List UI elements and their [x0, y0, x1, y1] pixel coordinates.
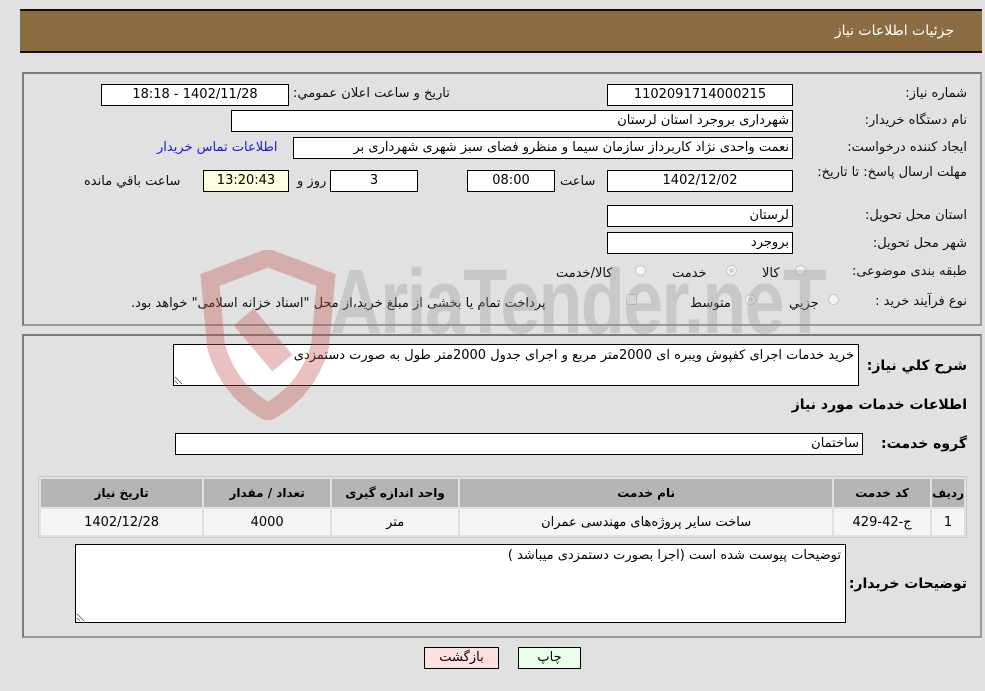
creator-label: ایجاد کننده درخواست: — [847, 140, 967, 155]
process-radio-minor[interactable] — [828, 294, 839, 305]
buyer-notes-textarea[interactable]: توضیحات پیوست شده است (اجرا بصورت دستمزد… — [75, 544, 846, 623]
province-field[interactable]: لرستان — [607, 205, 793, 227]
col-row-number: ردیف — [932, 479, 964, 507]
buyer-notes-label: توضیحات خریدار: — [848, 576, 967, 592]
description-label: شرح کلي نياز: — [866, 358, 967, 374]
category-option-service: خدمت — [672, 266, 707, 281]
category-label: طبقه بندی موضوعی: — [851, 264, 967, 279]
cell-service-code: ج-42-429 — [834, 509, 931, 535]
treasury-checkbox[interactable] — [626, 294, 637, 305]
remaining-time-label: ساعت باقي مانده — [84, 174, 181, 189]
deadline-time-label: ساعت — [560, 174, 596, 189]
creator-field[interactable]: نعمت واحدی نژاد کاربرداز سازمان سیما و م… — [293, 137, 793, 159]
page-header: جزئیات اطلاعات نیاز — [20, 9, 982, 53]
buyer-org-field[interactable]: شهرداری بروجرد استان لرستان — [231, 110, 793, 132]
col-service-code: کد خدمت — [834, 479, 931, 507]
process-option-medium: متوسط — [690, 296, 731, 311]
process-radio-medium[interactable] — [745, 294, 756, 305]
service-group-field[interactable]: ساختمان — [175, 433, 863, 455]
process-type-label: نوع فرآیند خرید : — [875, 294, 967, 309]
buyer-contact-link[interactable]: اطلاعات تماس خریدار — [157, 140, 277, 155]
table-header-row: ردیف کد خدمت نام خدمت واحد اندازه گیری ت… — [41, 479, 964, 507]
need-number-label: شماره نیاز: — [905, 86, 967, 101]
back-button[interactable]: بازگشت — [424, 647, 499, 669]
remaining-time-field: 13:20:43 — [203, 170, 289, 192]
city-field[interactable]: بروجرد — [607, 232, 793, 254]
service-group-label: گروه خدمت: — [881, 436, 967, 452]
description-textarea[interactable]: خرید خدمات اجرای کفپوش ویبره ای 2000متر … — [173, 344, 859, 386]
process-option-minor: جزيي — [789, 296, 819, 311]
cell-need-date: 1402/12/28 — [41, 509, 203, 535]
category-radio-service[interactable] — [726, 265, 737, 276]
need-number-field[interactable]: 1102091714000215 — [607, 84, 793, 106]
deadline-time-field[interactable]: 08:00 — [467, 170, 555, 192]
announce-date-field[interactable]: 1402/11/28 - 18:18 — [101, 84, 289, 106]
announce-date-label: تاریخ و ساعت اعلان عمومي: — [293, 86, 450, 101]
province-label: استان محل تحویل: — [865, 208, 967, 223]
col-unit: واحد اندازه گیری — [332, 479, 459, 507]
page-title: جزئیات اطلاعات نیاز — [834, 23, 954, 39]
category-radio-goods[interactable] — [795, 265, 806, 276]
deadline-label: مهلت ارسال پاسخ: تا تاریخ: — [817, 165, 967, 180]
deadline-date-field[interactable]: 1402/12/02 — [607, 170, 793, 192]
treasury-note: پرداخت تمام یا بخشی از مبلغ خرید،از محل … — [131, 296, 546, 311]
col-service-name: نام خدمت — [460, 479, 833, 507]
cell-row-number: 1 — [932, 509, 964, 535]
city-label: شهر محل تحویل: — [872, 236, 967, 251]
category-option-goods: کالا — [762, 266, 780, 281]
print-button[interactable]: چاپ — [518, 647, 581, 669]
table-row: 1 ج-42-429 ساخت سایر پروژه‌های مهندسی عم… — [41, 509, 964, 535]
cell-unit: متر — [332, 509, 459, 535]
services-heading: اطلاعات خدمات مورد نیاز — [791, 397, 967, 413]
cell-quantity: 4000 — [204, 509, 331, 535]
category-radio-goods-service[interactable] — [635, 265, 646, 276]
days-remaining-field[interactable]: 3 — [330, 170, 418, 192]
col-need-date: تاریخ نیاز — [41, 479, 203, 507]
cell-service-name: ساخت سایر پروژه‌های مهندسی عمران — [460, 509, 833, 535]
category-option-goods-service: کالا/خدمت — [556, 266, 613, 281]
days-label: روز و — [297, 174, 327, 189]
services-table: ردیف کد خدمت نام خدمت واحد اندازه گیری ت… — [38, 476, 967, 538]
buyer-org-label: نام دستگاه خریدار: — [864, 113, 967, 128]
col-quantity: تعداد / مقدار — [204, 479, 331, 507]
